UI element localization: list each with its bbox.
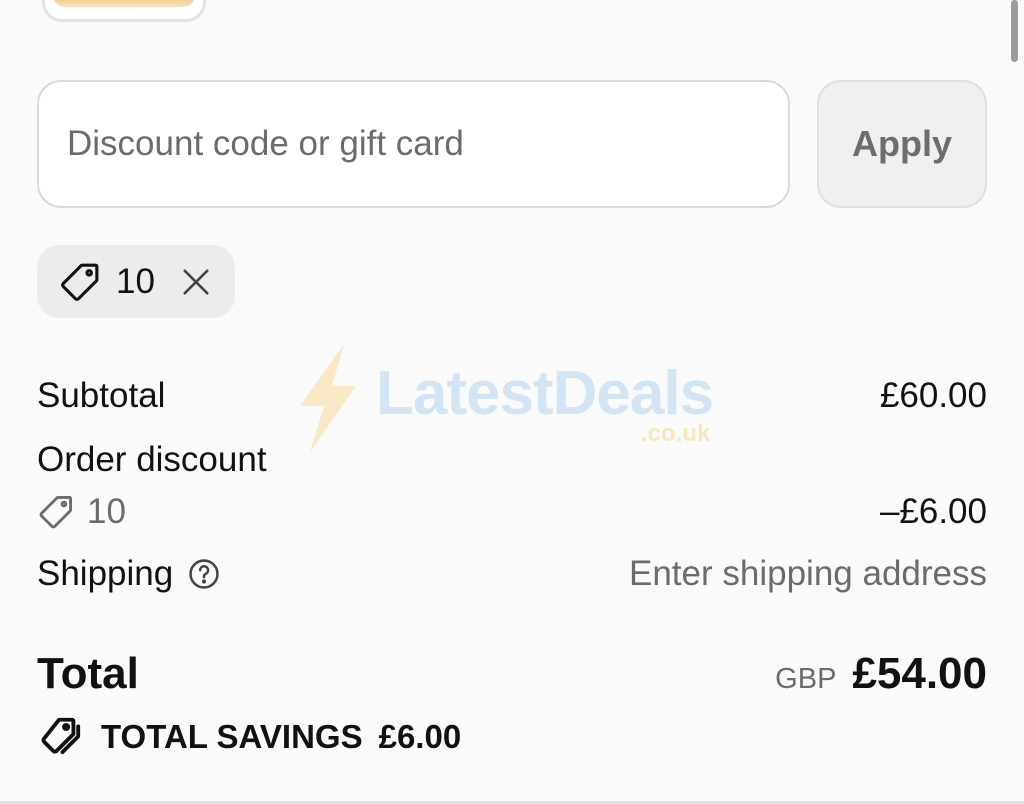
scrollbar[interactable] bbox=[1011, 0, 1018, 62]
shipping-row: Shipping Enter shipping address bbox=[37, 550, 987, 598]
applied-discount-chip: 10 bbox=[37, 245, 235, 318]
currency-code: GBP bbox=[775, 663, 837, 695]
total-row: Total GBP £54.00 bbox=[37, 644, 987, 704]
discount-value: –£6.00 bbox=[879, 492, 987, 531]
applied-code-label: 10 bbox=[116, 261, 155, 301]
total-label: Total bbox=[37, 649, 139, 698]
product-image bbox=[53, 0, 195, 7]
product-thumbnail bbox=[42, 0, 206, 22]
shipping-label-group: Shipping bbox=[37, 554, 221, 594]
tags-icon bbox=[37, 714, 83, 760]
tag-icon bbox=[37, 493, 75, 531]
help-circle-icon[interactable] bbox=[187, 557, 221, 591]
shipping-value: Enter shipping address bbox=[629, 554, 987, 593]
discount-code-text: 10 bbox=[87, 492, 126, 531]
close-icon[interactable] bbox=[179, 265, 213, 299]
order-discount-row: Order discount bbox=[37, 436, 987, 484]
apply-button[interactable]: Apply bbox=[817, 80, 987, 208]
total-amount-group: GBP £54.00 bbox=[775, 649, 987, 699]
total-savings-amount: £6.00 bbox=[378, 718, 462, 755]
discount-code-meta: 10 bbox=[37, 492, 126, 532]
discount-code-input[interactable] bbox=[37, 80, 790, 208]
subtotal-label: Subtotal bbox=[37, 376, 166, 415]
total-savings: TOTAL SAVINGS £6.00 bbox=[37, 712, 461, 762]
discount-code-row: 10 –£6.00 bbox=[37, 488, 987, 536]
subtotal-row: Subtotal £60.00 bbox=[37, 372, 987, 420]
total-amount: £54.00 bbox=[852, 649, 987, 698]
tag-icon bbox=[58, 260, 102, 304]
order-discount-label: Order discount bbox=[37, 440, 267, 479]
shipping-label: Shipping bbox=[37, 554, 174, 593]
subtotal-value: £60.00 bbox=[879, 376, 987, 415]
total-savings-label: TOTAL SAVINGS bbox=[101, 718, 363, 755]
